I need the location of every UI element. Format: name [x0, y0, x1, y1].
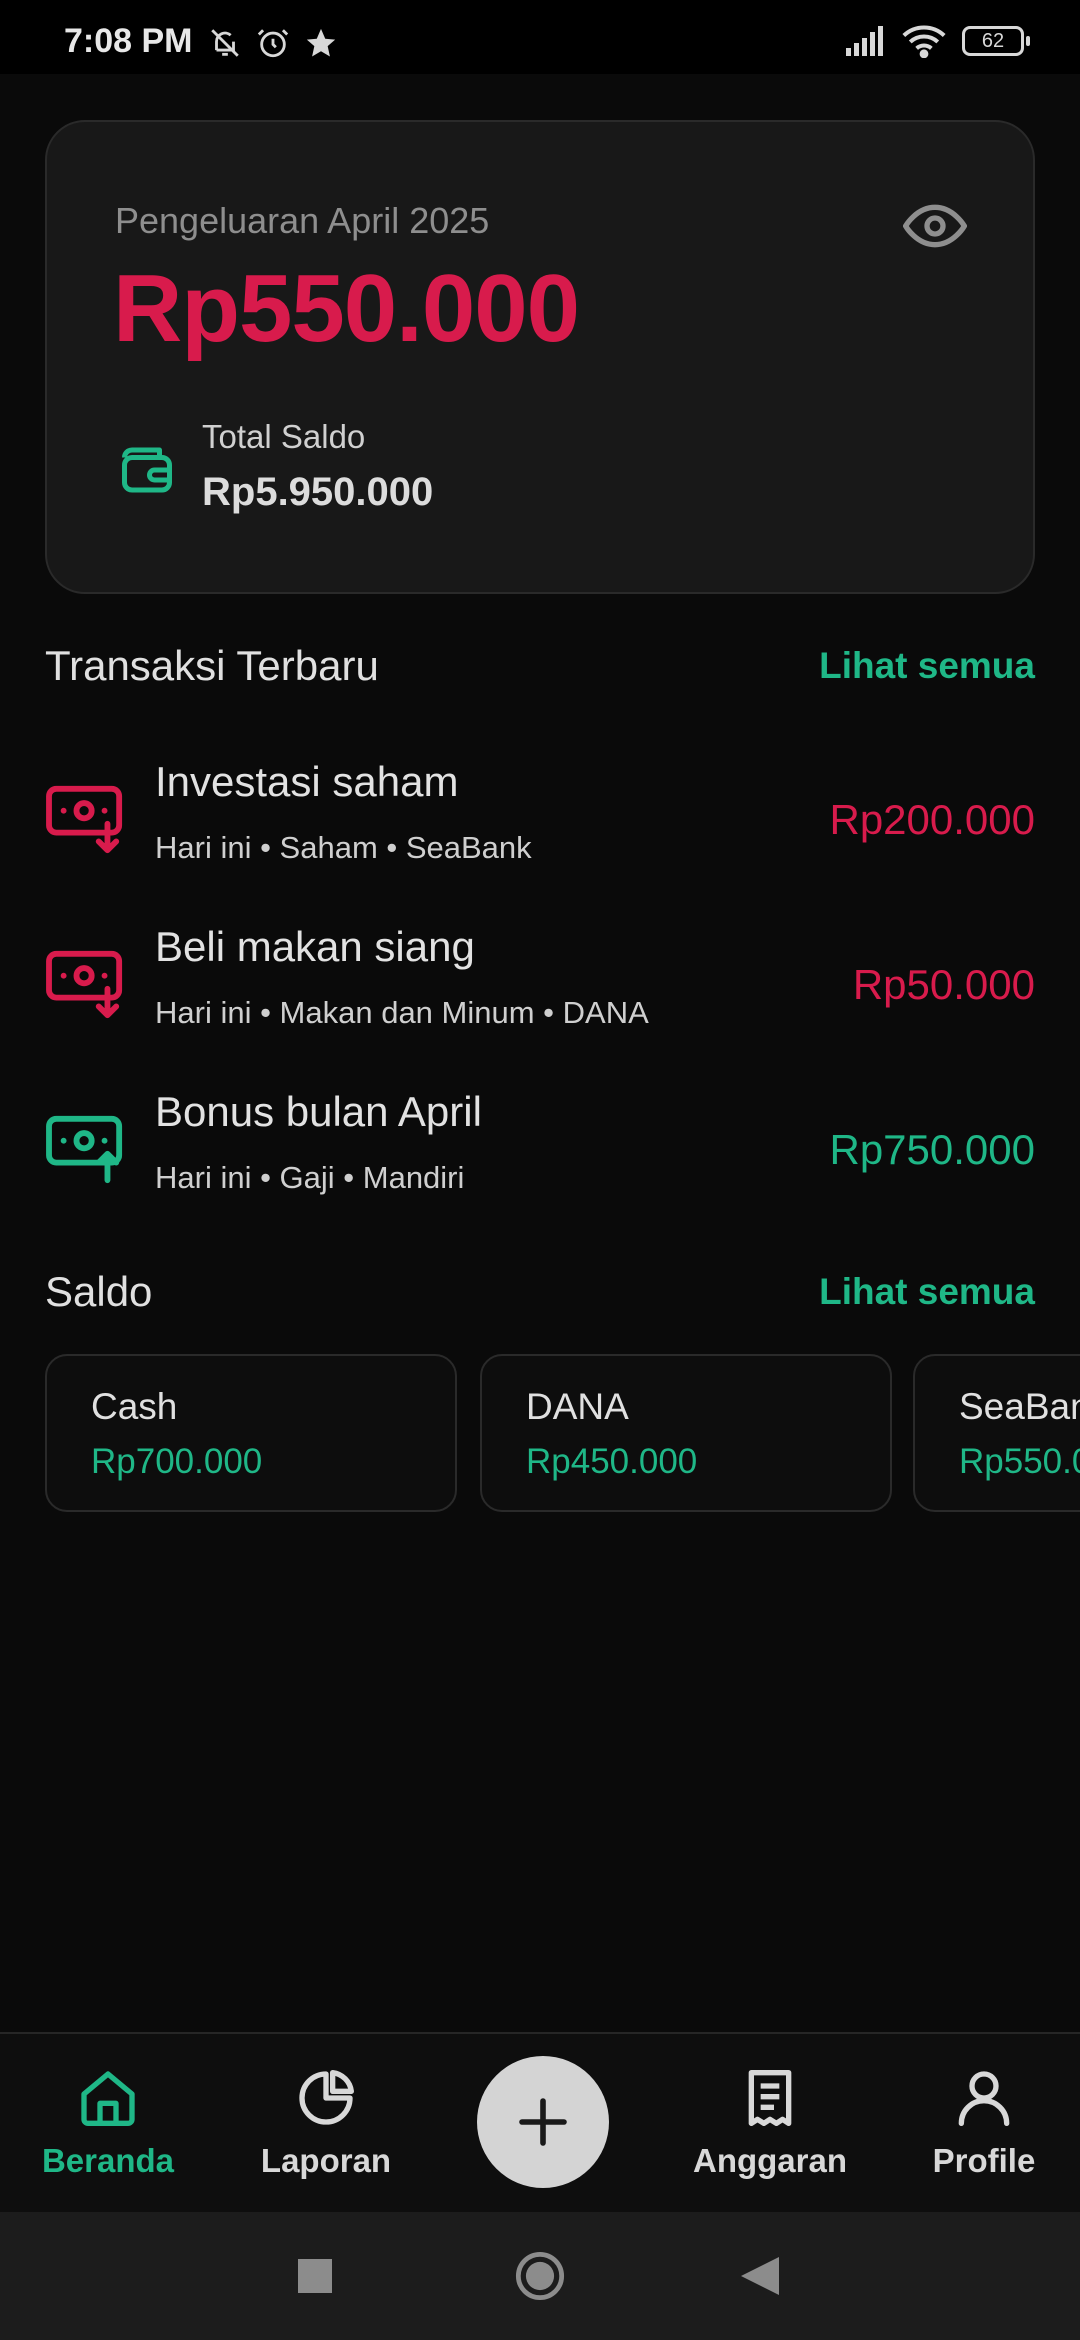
- transaction-item[interactable]: Investasi saham Hari ini • Saham • SeaBa…: [45, 752, 1035, 892]
- nav-item-laporan[interactable]: Laporan: [236, 2034, 416, 2214]
- nav-item-anggaran[interactable]: Anggaran: [680, 2034, 860, 2214]
- monthly-expense-amount: Rp550.000: [113, 255, 580, 362]
- transaction-meta: Hari ini • Gaji • Mandiri: [155, 1160, 465, 1195]
- balance-card-dana[interactable]: DANA Rp450.000: [480, 1354, 892, 1512]
- nav-label: Profile: [932, 2142, 1036, 2179]
- nav-item-profile[interactable]: Profile: [894, 2034, 1074, 2214]
- system-navigation-bar: [0, 2212, 1080, 2340]
- plus-icon: [519, 2098, 567, 2146]
- balance-cards-scroller[interactable]: Cash Rp700.000 DANA Rp450.000 SeaBank Rp…: [45, 1354, 1080, 1512]
- nav-label: Laporan: [260, 2142, 392, 2179]
- alarm-icon: [257, 29, 289, 58]
- balances-see-all-link[interactable]: Lihat semua: [819, 1271, 1035, 1313]
- balances-header: Saldo Lihat semua: [45, 1268, 1035, 1316]
- total-balance-label: Total Saldo: [202, 418, 366, 455]
- summary-card: Pengeluaran April 2025 Rp550.000 Total S…: [45, 120, 1035, 594]
- status-bar: 7:08 PM 62: [0, 0, 1080, 74]
- home-system-button[interactable]: [480, 2212, 600, 2340]
- nav-item-beranda[interactable]: Beranda: [18, 2034, 198, 2214]
- receipt-icon: [748, 2070, 792, 2126]
- back-button[interactable]: [700, 2212, 820, 2340]
- balance-name: Cash: [91, 1386, 178, 1427]
- balance-card-seabank[interactable]: SeaBank Rp550.000: [913, 1354, 1080, 1512]
- total-balance-amount: Rp5.950.000: [202, 470, 434, 514]
- transaction-amount: Rp200.000: [829, 796, 1035, 843]
- transaction-meta: Hari ini • Makan dan Minum • DANA: [155, 995, 649, 1030]
- signal-icon: [846, 26, 883, 56]
- transaction-amount: Rp750.000: [829, 1126, 1035, 1173]
- battery-icon: 62: [962, 26, 1030, 56]
- bottom-navigation: Beranda Laporan Anggaran Profile: [0, 2032, 1080, 2214]
- pie-chart-icon: [299, 2070, 354, 2125]
- balance-card-cash[interactable]: Cash Rp700.000: [45, 1354, 457, 1512]
- nav-label: Anggaran: [692, 2142, 847, 2179]
- wifi-icon: [902, 25, 946, 58]
- money-in-icon: [46, 1115, 123, 1184]
- star-icon: [306, 28, 336, 57]
- transactions-header: Transaksi Terbaru Lihat semua: [45, 642, 1035, 690]
- recents-button[interactable]: [255, 2212, 375, 2340]
- wallet-icon: [122, 447, 172, 493]
- eye-icon[interactable]: [903, 194, 967, 258]
- balances-title: Saldo: [45, 1268, 153, 1315]
- balance-name: SeaBank: [959, 1386, 1080, 1427]
- monthly-expense-label: Pengeluaran April 2025: [115, 200, 490, 241]
- user-icon: [958, 2071, 1010, 2126]
- bell-off-icon: [211, 29, 239, 57]
- transaction-title: Beli makan siang: [155, 923, 475, 970]
- money-out-icon: [46, 950, 123, 1019]
- battery-level: 62: [981, 29, 1005, 52]
- nav-label: Beranda: [41, 2142, 175, 2179]
- status-time: 7:08 PM: [64, 22, 193, 60]
- add-transaction-button[interactable]: [477, 2056, 609, 2188]
- transaction-title: Bonus bulan April: [155, 1088, 482, 1135]
- balance-amount: Rp450.000: [526, 1442, 698, 1481]
- home-icon: [81, 2071, 135, 2126]
- back-triangle-icon: [741, 2257, 779, 2295]
- money-out-icon: [46, 785, 123, 854]
- transactions-title: Transaksi Terbaru: [45, 642, 379, 689]
- square-icon: [298, 2259, 332, 2293]
- transaction-title: Investasi saham: [155, 758, 459, 805]
- status-notification-icons: [208, 26, 338, 60]
- circle-icon: [515, 2251, 565, 2301]
- transaction-item[interactable]: Bonus bulan April Hari ini • Gaji • Mand…: [45, 1082, 1035, 1222]
- status-system-icons: 62: [846, 24, 1030, 58]
- balance-amount: Rp700.000: [91, 1442, 263, 1481]
- transactions-see-all-link[interactable]: Lihat semua: [819, 645, 1035, 687]
- balance-amount: Rp550.000: [959, 1442, 1080, 1481]
- transaction-meta: Hari ini • Saham • SeaBank: [155, 830, 532, 865]
- transaction-amount: Rp50.000: [852, 961, 1035, 1008]
- transaction-item[interactable]: Beli makan siang Hari ini • Makan dan Mi…: [45, 917, 1035, 1057]
- balance-name: DANA: [526, 1386, 629, 1427]
